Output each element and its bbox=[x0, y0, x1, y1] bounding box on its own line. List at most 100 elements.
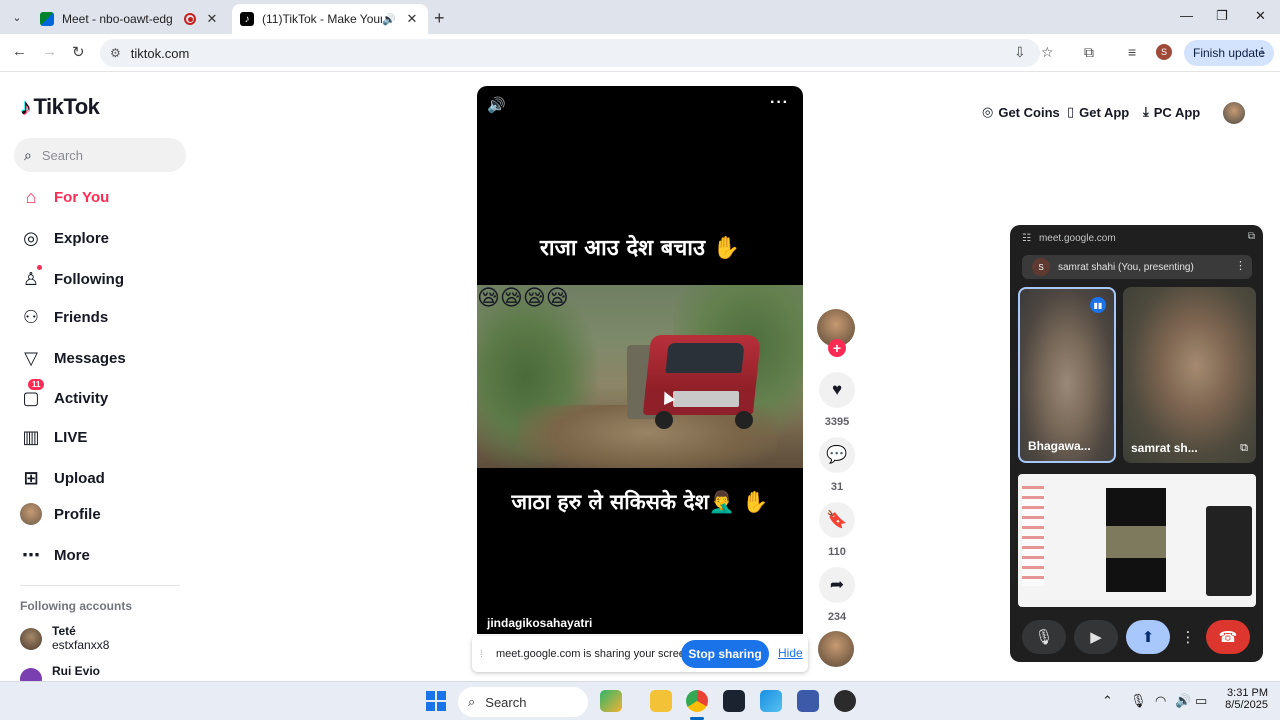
save-button[interactable]: 🔖 bbox=[819, 502, 855, 538]
tab-search-icon[interactable]: ⌄ bbox=[6, 7, 28, 27]
wifi-icon[interactable]: ◠ bbox=[1155, 693, 1166, 709]
app-shortcut-icon[interactable] bbox=[797, 690, 819, 712]
forward-icon[interactable]: → bbox=[42, 43, 57, 60]
media-control-icon[interactable]: ≡ bbox=[1128, 44, 1136, 60]
nav-upload[interactable]: ⊞ Upload bbox=[20, 467, 104, 489]
video-author[interactable]: jindagikosahayatri bbox=[487, 616, 592, 630]
file-explorer-icon[interactable] bbox=[650, 690, 672, 712]
pip-settings-icon[interactable]: ☷ bbox=[1022, 233, 1031, 244]
nav-label: Friends bbox=[54, 308, 109, 326]
get-coins-link[interactable]: ◎ Get Coins bbox=[982, 104, 1060, 120]
maximize-icon[interactable]: ❐ bbox=[1216, 8, 1228, 24]
truck-windshield bbox=[665, 343, 745, 373]
share-button[interactable]: ➦ bbox=[819, 567, 855, 603]
start-button-icon[interactable] bbox=[426, 691, 446, 711]
account-name: Teté bbox=[52, 624, 76, 638]
volume-icon[interactable]: 🔊 bbox=[487, 96, 506, 114]
like-button[interactable]: ♥ bbox=[819, 372, 855, 408]
presenting-banner[interactable]: S samrat shahi (You, presenting) ⋮ bbox=[1022, 255, 1252, 279]
browser-menu-icon[interactable]: ⋮ bbox=[1256, 45, 1268, 59]
avatar bbox=[20, 628, 42, 650]
following-account[interactable]: Teté estxfanxx8 bbox=[20, 624, 109, 652]
pip-expand-icon[interactable]: ⧉ bbox=[1240, 442, 1248, 455]
install-app-icon[interactable]: ⇩ bbox=[1014, 44, 1026, 61]
truck-wheel bbox=[735, 411, 753, 429]
terminal-app-icon[interactable] bbox=[723, 690, 745, 712]
bookmark-star-icon[interactable]: ☆ bbox=[1041, 44, 1054, 61]
photos-app-icon[interactable] bbox=[760, 690, 782, 712]
nav-activity[interactable]: ▢ 11 Activity bbox=[20, 379, 108, 409]
nav-explore[interactable]: ◎ Explore bbox=[20, 227, 109, 249]
minimize-icon[interactable]: — bbox=[1180, 8, 1193, 23]
preview-video bbox=[1106, 488, 1166, 592]
finish-update-button[interactable]: Finish update ⋮ bbox=[1184, 40, 1274, 66]
upload-icon: ⊞ bbox=[23, 467, 39, 488]
system-clock[interactable]: 3:31 PM 8/5/2025 bbox=[1210, 687, 1268, 711]
activity-badge: 11 bbox=[28, 379, 45, 390]
music-disc-avatar[interactable] bbox=[818, 631, 854, 667]
participant-tile[interactable]: samrat sh... ⧉ bbox=[1123, 287, 1256, 463]
video-player[interactable]: 🔊 ··· राजा आउ देश बचाउ ✋ 😪😪😪😪 जाठा हरु ल… bbox=[477, 86, 803, 634]
nav-profile[interactable]: Profile bbox=[20, 503, 101, 525]
stop-sharing-button[interactable]: Stop sharing bbox=[681, 640, 769, 668]
taskbar-search[interactable]: ⌕ Search bbox=[458, 687, 588, 717]
meet-pip-window[interactable]: ☷ meet.google.com ⧉ S samrat shahi (You,… bbox=[1010, 225, 1263, 662]
nav-following[interactable]: ♙ Following bbox=[20, 265, 124, 290]
tab-meet[interactable]: Meet - nbo-oawt-edg ✕ bbox=[32, 4, 228, 34]
speaking-indicator-icon: ▮▮ bbox=[1090, 297, 1106, 313]
close-tab-icon[interactable]: ✕ bbox=[404, 11, 420, 27]
media-app-icon[interactable] bbox=[834, 690, 856, 712]
back-icon[interactable]: ← bbox=[12, 43, 27, 60]
presenting-menu-icon[interactable]: ⋮ bbox=[1235, 259, 1246, 272]
leave-call-button[interactable]: ☎ bbox=[1206, 620, 1250, 654]
camera-icon: ▶ bbox=[1090, 629, 1102, 646]
extensions-icon[interactable]: ⧉ bbox=[1084, 44, 1094, 61]
follow-plus-icon[interactable]: + bbox=[828, 339, 846, 357]
hide-sharing-bar-link[interactable]: Hide bbox=[778, 646, 803, 660]
microphone-button[interactable]: 🎙 bbox=[1022, 620, 1066, 654]
close-tab-icon[interactable]: ✕ bbox=[204, 11, 220, 27]
site-info-icon[interactable]: ⚙ bbox=[110, 46, 121, 60]
reload-icon[interactable]: ↻ bbox=[72, 43, 85, 61]
back-to-tab-icon[interactable]: ⧉ bbox=[1248, 231, 1255, 242]
pc-app-label: PC App bbox=[1153, 104, 1201, 120]
more-options-icon[interactable]: ⋮ bbox=[1180, 620, 1196, 654]
participant-name: Bhagawa... bbox=[1028, 439, 1091, 453]
nav-label: For You bbox=[54, 188, 110, 206]
search-input[interactable]: ⌕ Search bbox=[14, 138, 186, 172]
nav-live[interactable]: ▥ LIVE bbox=[20, 426, 87, 448]
widgets-app-icon[interactable] bbox=[600, 690, 622, 712]
get-app-link[interactable]: ▯ Get App bbox=[1067, 104, 1129, 120]
tiktok-logo[interactable]: ♪ TikTok bbox=[20, 94, 100, 120]
user-avatar[interactable] bbox=[1223, 102, 1245, 124]
battery-icon[interactable]: ▭ bbox=[1195, 693, 1207, 709]
tab-tiktok[interactable]: ♪ (11)TikTok - Make Your Day 🔊 ✕ bbox=[232, 4, 428, 34]
nav-friends[interactable]: ⚇ Friends bbox=[20, 306, 108, 328]
volume-tray-icon[interactable]: 🔊 bbox=[1175, 693, 1191, 709]
nav-for-you[interactable]: ⌂ For You bbox=[20, 186, 110, 208]
comment-button[interactable]: 💬 bbox=[819, 437, 855, 473]
comment-count: 31 bbox=[830, 481, 844, 493]
participant-tile[interactable]: ▮▮ Bhagawa... bbox=[1018, 287, 1116, 463]
nav-messages[interactable]: ▽ Messages bbox=[20, 347, 126, 369]
drag-handle-icon[interactable]: ⁞ bbox=[480, 649, 490, 660]
camera-button[interactable]: ▶ bbox=[1074, 620, 1118, 654]
show-hidden-icons-icon[interactable]: ⌃ bbox=[1102, 693, 1113, 709]
present-screen-button[interactable]: ⬆ bbox=[1126, 620, 1170, 654]
finish-update-label: Finish update bbox=[1193, 46, 1266, 60]
video-more-options-icon[interactable]: ··· bbox=[770, 94, 789, 112]
close-window-icon[interactable]: ✕ bbox=[1255, 8, 1266, 24]
participant-name: samrat sh... bbox=[1131, 441, 1198, 455]
screen-sharing-bar: ⁞ meet.google.com is sharing your screen… bbox=[472, 636, 808, 672]
present-screen-icon: ⬆ bbox=[1141, 629, 1155, 646]
new-tab-button[interactable]: + bbox=[434, 8, 445, 29]
chrome-app-icon[interactable] bbox=[686, 690, 708, 712]
audio-playing-icon[interactable]: 🔊 bbox=[382, 13, 396, 26]
address-bar[interactable]: ⚙ tiktok.com bbox=[100, 39, 1040, 67]
browser-profile-avatar[interactable]: S bbox=[1156, 44, 1172, 60]
microphone-tray-icon[interactable]: 🎙 bbox=[1130, 693, 1147, 709]
pc-app-link[interactable]: ⤓ PC App bbox=[1143, 104, 1200, 120]
nav-more[interactable]: ⋯ More bbox=[20, 544, 90, 566]
presenter-label: samrat shahi (You, presenting) bbox=[1058, 261, 1194, 273]
tiktok-note-icon: ♪ bbox=[20, 94, 31, 119]
